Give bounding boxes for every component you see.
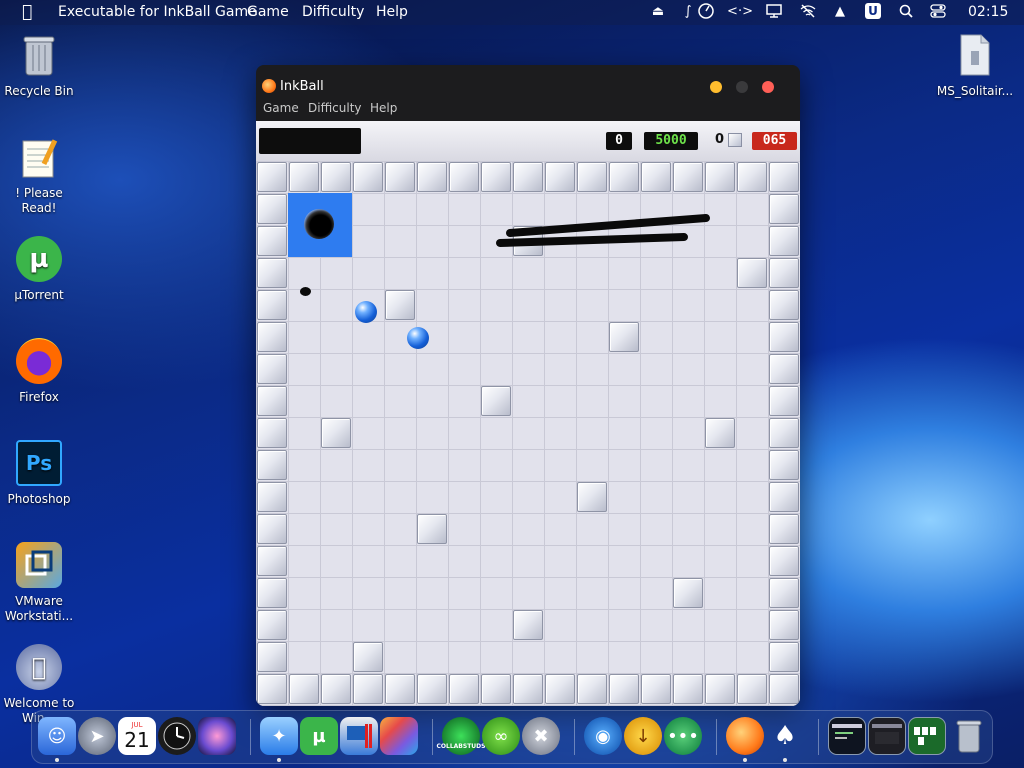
window-menu-help[interactable]: Help xyxy=(370,101,397,115)
notepad-icon xyxy=(16,134,62,180)
vmware-icon xyxy=(16,542,62,588)
game-board[interactable] xyxy=(256,161,800,706)
trash-icon[interactable] xyxy=(950,717,988,755)
running-indicator xyxy=(55,758,59,762)
safari-compass-icon[interactable]: ✦ xyxy=(260,717,298,755)
dock: ☺ ➤ JUL 21 ✦ µ COLLABSTUDS ∞ ✖ ◉ ↓ ••• ♠ xyxy=(31,710,993,764)
solitaire-cards-icon[interactable]: ♠ xyxy=(766,717,804,755)
solitaire-window-thumbnail[interactable] xyxy=(908,717,946,755)
clock-icon[interactable] xyxy=(158,717,196,755)
search-icon[interactable] xyxy=(898,3,914,19)
vm-fusion-icon[interactable] xyxy=(340,717,378,755)
desktop-icon-label: Recycle Bin xyxy=(4,84,74,98)
control-center-icon[interactable] xyxy=(930,3,946,19)
menu-bar:  Executable for InkBall Game Game Diffi… xyxy=(0,0,1024,25)
collabstudio-label: COLLABSTUDS xyxy=(436,742,486,750)
score-bar: 0 5000 0 065 xyxy=(256,121,800,161)
chain-link-icon[interactable]: ∞ xyxy=(482,717,520,755)
drops-icon[interactable]: ••• xyxy=(664,717,702,755)
balls-remaining-count: 0 xyxy=(715,132,725,147)
time-bonus-display: 5000 xyxy=(644,132,698,150)
desktop-icon-label: VMware Workstati... xyxy=(4,594,74,623)
dock-separator xyxy=(432,719,433,755)
inkball-app-icon xyxy=(262,79,276,93)
menubar-item-difficulty[interactable]: Difficulty xyxy=(302,4,364,20)
recycle-bin-icon xyxy=(16,32,62,78)
apple-logo-icon:  xyxy=(16,644,62,690)
script-icon[interactable]: ∫ xyxy=(680,3,696,19)
menubar-item-game[interactable]: Game xyxy=(247,4,289,20)
launchpad-rocket-icon[interactable]: ➤ xyxy=(78,717,116,755)
close-button[interactable] xyxy=(762,81,774,93)
window-menu-game[interactable]: Game xyxy=(263,101,299,115)
minimize-button[interactable] xyxy=(710,81,722,93)
timer-display: 065 xyxy=(752,132,797,150)
window-thumbnail[interactable] xyxy=(868,717,906,755)
balls-remaining-icon xyxy=(728,133,742,147)
code-arrows-icon[interactable]: <·> xyxy=(727,3,753,19)
desktop-icon-ms-solitaire[interactable]: MS_Solitair... xyxy=(933,32,1017,99)
running-indicator xyxy=(743,758,747,762)
window-titlebar[interactable]: InkBall xyxy=(256,65,800,99)
window-title: InkBall xyxy=(280,79,324,94)
desktop-icon-label: ! Please Read! xyxy=(15,186,63,215)
ink-stroke-drawing xyxy=(496,214,710,247)
calendar-icon[interactable]: JUL 21 xyxy=(118,717,156,755)
eject-icon[interactable]: ⏏ xyxy=(650,3,666,19)
score-display: 0 xyxy=(606,132,632,150)
desktop-icon-please-read[interactable]: ! Please Read! xyxy=(0,134,81,216)
u-status-icon[interactable]: U xyxy=(865,3,881,19)
desktop-icon-photoshop[interactable]: Ps Photoshop xyxy=(0,440,81,507)
tools-icon[interactable]: ✖ xyxy=(522,717,560,755)
desktop-icon-utorrent[interactable]: µ µTorrent xyxy=(0,236,81,303)
window-menu-bar: Game Difficulty Help xyxy=(256,99,800,119)
menubar-item-help[interactable]: Help xyxy=(376,4,408,20)
download-arrow-icon[interactable]: ↓ xyxy=(624,717,662,755)
display-icon[interactable] xyxy=(766,3,782,19)
siri-icon[interactable] xyxy=(198,717,236,755)
dock-separator xyxy=(818,719,819,755)
running-indicator xyxy=(277,758,281,762)
eject-arrow-icon[interactable]: ▲ xyxy=(832,3,848,19)
apple-menu-icon[interactable]:  xyxy=(22,2,32,22)
player-name-box xyxy=(259,128,361,154)
window-menu-difficulty[interactable]: Difficulty xyxy=(308,101,362,115)
archive-file-icon xyxy=(952,32,998,78)
desktop-icon-label: Photoshop xyxy=(7,492,71,506)
desktop-icon-vmware[interactable]: VMware Workstati... xyxy=(0,542,81,624)
dock-separator xyxy=(716,719,717,755)
www-globe-icon[interactable]: ◉ xyxy=(584,717,622,755)
photoshop-icon: Ps xyxy=(16,440,62,486)
calendar-day: 21 xyxy=(124,728,150,752)
menubar-app-name[interactable]: Executable for InkBall Game xyxy=(58,4,257,20)
wifi-off-icon[interactable] xyxy=(800,3,816,19)
desktop-icon-recycle-bin[interactable]: Recycle Bin xyxy=(0,32,81,99)
inkball-window: InkBall Game Difficulty Help 0 5000 0 06… xyxy=(256,65,800,706)
collabstudio-icon[interactable]: COLLABSTUDS xyxy=(437,717,485,755)
dock-separator xyxy=(574,719,575,755)
running-indicator xyxy=(783,758,787,762)
utorrent-dock-icon[interactable]: µ xyxy=(300,717,338,755)
desktop-icon-label: Firefox xyxy=(19,390,59,404)
desktop-icon-label: MS_Solitair... xyxy=(936,84,1014,98)
firefox-icon xyxy=(16,338,62,384)
finder-icon[interactable]: ☺ xyxy=(38,717,76,755)
photos-icon[interactable] xyxy=(380,717,418,755)
maximize-button[interactable] xyxy=(736,81,748,93)
desktop-icon-firefox[interactable]: Firefox xyxy=(0,338,81,405)
desktop-icon-label: µTorrent xyxy=(14,288,64,302)
dock-separator xyxy=(250,719,251,755)
terminal-window-thumbnail[interactable] xyxy=(828,717,866,755)
inkball-dock-icon[interactable] xyxy=(726,717,764,755)
power-gauge-icon[interactable] xyxy=(698,3,714,19)
menubar-clock[interactable]: 02:15 xyxy=(968,4,1008,20)
utorrent-icon: µ xyxy=(16,236,62,282)
